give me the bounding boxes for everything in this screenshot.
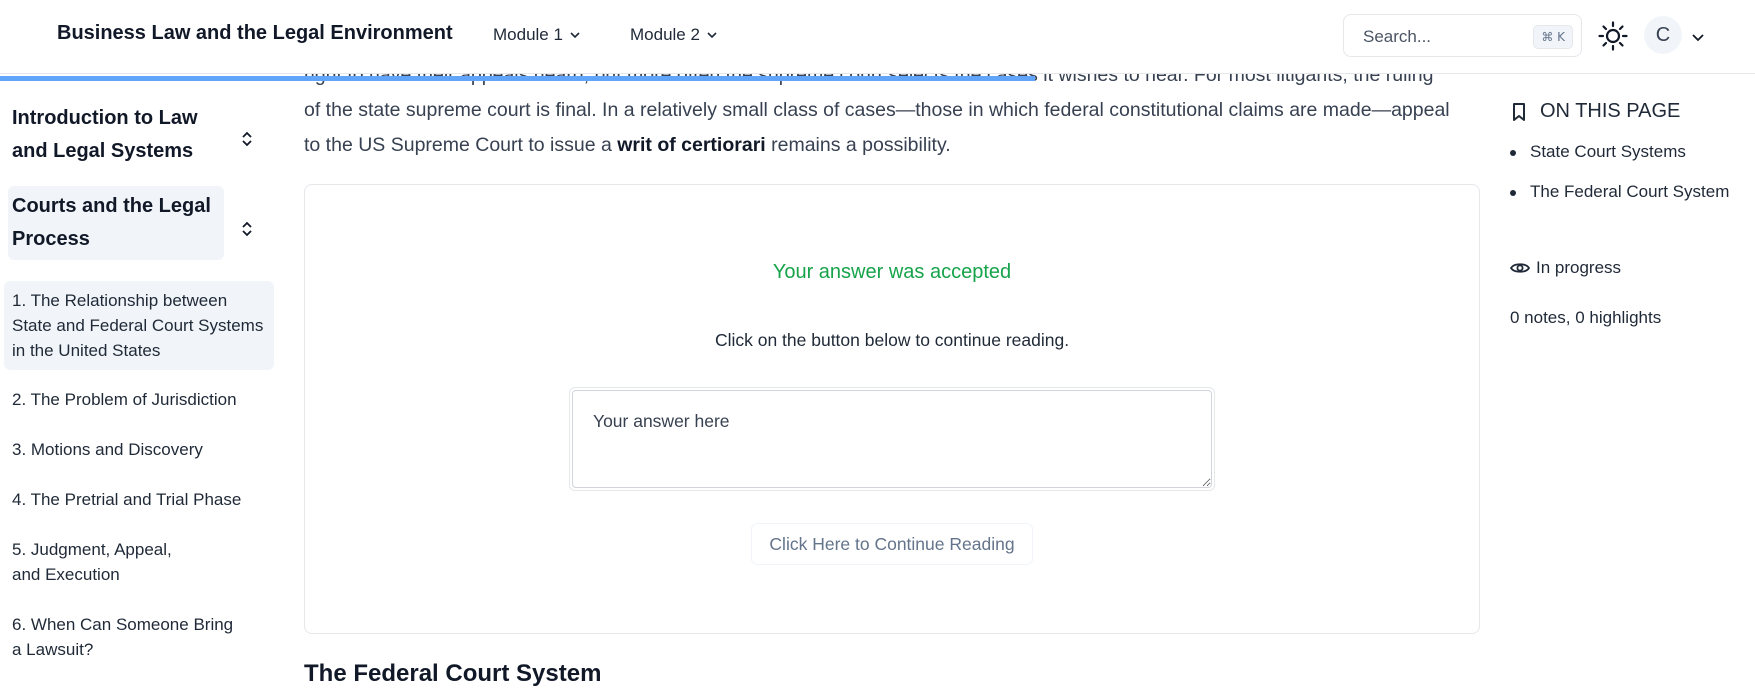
- bookmark-icon: [1513, 102, 1525, 121]
- search-box[interactable]: Search... ⌘ K: [1343, 14, 1582, 57]
- chevron-down-icon: [570, 32, 580, 39]
- question-card: Your answer was accepted Click on the bu…: [304, 184, 1480, 634]
- sidebar-section-label: Introduction to Law and Legal Systems: [12, 107, 198, 162]
- sidebar-lesson-2[interactable]: 2. The Problem of Jurisdiction: [4, 387, 274, 412]
- eye-icon: [1510, 263, 1530, 273]
- sun-icon[interactable]: [1598, 21, 1628, 51]
- section-heading: The Federal Court System: [304, 660, 602, 687]
- sidebar-lesson-5[interactable]: 5. Judgment, Appeal, and Execution: [4, 537, 194, 587]
- sidebar-lesson-6[interactable]: 6. When Can Someone Bring a Lawsuit?: [4, 612, 244, 662]
- toc-item-federal-court-system[interactable]: The Federal Court System: [1509, 182, 1729, 202]
- nav-module-1-label: Module 1: [493, 25, 563, 44]
- paragraph-line: of the state supreme court is final. In …: [304, 99, 1450, 121]
- chevron-down-icon: [707, 32, 717, 39]
- sidebar-section-courts[interactable]: Courts and the Legal Process: [8, 186, 224, 260]
- sidebar-section-introduction[interactable]: Introduction to Law and Legal Systems: [8, 102, 224, 172]
- paragraph-text: remains a possibility.: [765, 134, 951, 156]
- term-writ-of-certiorari: writ of certiorari: [617, 134, 766, 156]
- paragraph-text: to the US Supreme Court to issue a: [304, 134, 618, 156]
- sidebar-lesson-4[interactable]: 4. The Pretrial and Trial Phase: [4, 487, 274, 512]
- chevron-down-icon[interactable]: [1691, 30, 1705, 44]
- nav-module-1[interactable]: Module 1: [493, 25, 581, 45]
- continue-instruction: Click on the button below to continue re…: [714, 330, 1070, 350]
- nav-module-2[interactable]: Module 2: [630, 25, 718, 45]
- reading-status-label: In progress: [1536, 258, 1622, 277]
- answer-accepted-message: Your answer was accepted: [772, 261, 1012, 283]
- answer-field-wrapper: Your answer here: [569, 387, 1215, 491]
- search-placeholder: Search...: [1363, 27, 1432, 46]
- reading-status: In progress: [1510, 258, 1621, 278]
- reading-progress-bar: [0, 76, 1036, 81]
- sidebar-lesson-3[interactable]: 3. Motions and Discovery: [4, 437, 274, 462]
- nav-module-2-label: Module 2: [630, 25, 700, 44]
- expand-collapse-icon[interactable]: [240, 219, 254, 239]
- top-header: Business Law and the Legal Environment M…: [0, 0, 1755, 74]
- sidebar-section-label: Courts and the Legal Process: [12, 195, 211, 250]
- sidebar: Introduction to Law and Legal Systems Co…: [0, 82, 280, 676]
- toc-title: ON THIS PAGE: [1510, 100, 1680, 123]
- paragraph-line: to the US Supreme Court to issue a writ …: [304, 128, 1482, 163]
- avatar[interactable]: C: [1644, 16, 1682, 54]
- toc-item-state-court-systems[interactable]: State Court Systems: [1510, 142, 1686, 162]
- answer-field[interactable]: Your answer here: [572, 390, 1212, 488]
- continue-reading-button[interactable]: Click Here to Continue Reading: [751, 523, 1033, 565]
- notes-highlights-count: 0 notes, 0 highlights: [1510, 308, 1662, 327]
- toc-title-label: ON THIS PAGE: [1540, 100, 1681, 122]
- expand-collapse-icon[interactable]: [240, 129, 254, 149]
- sidebar-lesson-1[interactable]: 1. The Relationship between State and Fe…: [4, 281, 274, 370]
- search-shortcut-badge: ⌘ K: [1533, 25, 1573, 49]
- brand-title[interactable]: Business Law and the Legal Environment: [57, 22, 453, 45]
